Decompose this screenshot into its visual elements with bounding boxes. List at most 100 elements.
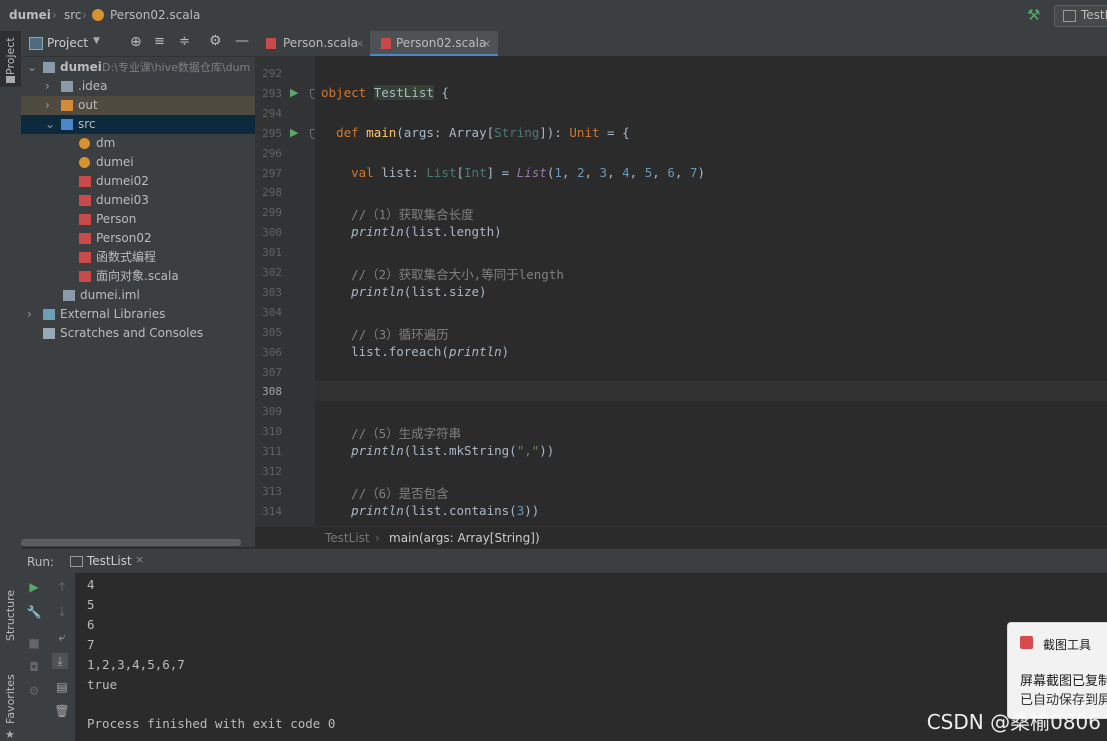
tree-item[interactable]: dumei03 [21,191,255,210]
close-icon[interactable]: × [482,31,491,56]
gear-icon[interactable]: ⚙ [209,33,222,49]
soft-wrap-icon[interactable]: ⤶ [54,629,70,645]
folder-icon [61,81,73,92]
project-view-selector[interactable]: Project [47,36,88,50]
tree-item-label: out [78,98,98,112]
line-number: 312 [262,465,282,478]
snipping-tool-notification[interactable]: 截图工具 屏幕截图已复制 已自动保存到屏 [1007,622,1107,719]
chevron-right-icon[interactable]: › [45,96,50,115]
code-editor[interactable]: object TestList { def main(args: Array[S… [315,56,1107,526]
console-line: Process finished with exit code 0 [87,716,336,732]
stop-icon[interactable]: ■ [26,635,42,651]
console-line: 6 [87,616,95,632]
chevron-right-icon: › [375,531,380,545]
expand-all-icon[interactable]: ≡ [154,34,165,49]
snipping-tool-icon [1020,636,1033,649]
collapse-all-icon[interactable]: ≑ [179,34,190,49]
console-line: 7 [87,636,95,652]
wrench-icon[interactable]: 🔧 [26,604,42,620]
breadcrumb-project[interactable]: dumei [9,8,51,22]
down-arrow-icon[interactable]: ↓ [54,604,70,620]
minimize-icon[interactable]: — [235,33,249,49]
locate-target-icon[interactable]: ⊕ [130,34,142,50]
tree-item-label: Person02 [96,231,152,245]
iml-file-icon [63,290,75,301]
code-line: //（1）获取集合长度 [351,207,474,223]
code-line: //（6）是否包含 [351,485,449,501]
tree-item-label: src [78,117,96,131]
star-icon: ★ [5,728,15,741]
scala-file-icon [79,176,91,187]
tree-item[interactable]: Person02 [21,229,255,248]
run-configuration-selector[interactable]: TestL [1054,5,1107,27]
folder-icon [6,76,15,83]
run-gutter-icon[interactable]: ▶ [290,126,298,139]
tree-item-label: Scratches and Consoles [60,326,204,340]
scala-object-icon [79,157,90,168]
tree-item-label: dumei.iml [80,288,140,302]
editor-breadcrumb-bar: TestList › main(args: Array[String]) [255,526,1107,549]
print-icon[interactable]: ▤ [54,679,70,695]
run-toolbar: ▶ ↑ 🔧 ↓ ■ ⤶ ◘ ⤓ ⚙ ▤ 🗑 [21,573,75,741]
library-icon [43,309,55,320]
code-line: println(list.length) [351,224,502,240]
left-tool-strip: Project Structure Favorites ★ [0,31,22,741]
line-number: 293 [262,86,282,100]
tree-item[interactable]: 函数式编程 [21,248,255,267]
line-number: 295 [262,126,282,140]
build-hammer-icon[interactable]: ⚒ [1027,6,1040,24]
tree-item[interactable]: dumei [21,153,255,172]
run-config-icon [1063,10,1076,22]
tree-item[interactable]: › out [21,96,255,115]
tab-person02-scala[interactable]: Person02.scala × [370,31,498,56]
line-number: 302 [262,266,282,279]
breadcrumb-folder[interactable]: src [64,8,82,22]
code-line: //（2）获取集合大小,等同于length [351,267,564,282]
tree-item[interactable]: dumei.iml [21,286,255,305]
close-icon[interactable]: × [355,31,364,56]
tree-item[interactable]: ⌄ src [21,115,255,134]
crumb-main[interactable]: main(args: Array[String]) [389,531,540,545]
line-number: 309 [262,405,282,419]
up-arrow-icon[interactable]: ↑ [54,579,70,595]
dropdown-arrow-icon[interactable]: ▼ [93,36,100,46]
tab-person-scala[interactable]: Person.scala × [255,31,368,56]
rerun-icon[interactable]: ▶ [26,579,42,595]
scala-file-icon [79,252,91,263]
chevron-down-icon[interactable]: ⌄ [45,115,55,134]
horizontal-scrollbar[interactable] [21,539,241,546]
tree-item[interactable]: › External Libraries [21,305,255,324]
tree-item[interactable]: dm [21,134,255,153]
line-number: 306 [262,345,282,359]
scroll-to-end-icon[interactable]: ⤓ [52,653,68,669]
run-tab-testlist[interactable]: TestList × [65,549,153,575]
run-gutter-icon[interactable]: ▶ [290,86,298,99]
trash-icon[interactable]: 🗑 [54,703,70,719]
favorites-tool-button[interactable]: Favorites ★ [0,666,21,741]
tree-item[interactable]: 面向对象.scala [21,267,255,286]
code-line: list.foreach(println) [321,343,510,359]
code-line: def main(args: Array[String]): Unit = { [336,124,630,140]
tree-item[interactable]: Person [21,210,255,229]
crumb-testlist[interactable]: TestList [325,531,370,545]
project-tool-button[interactable]: Project [0,31,21,87]
camera-icon[interactable]: ◘ [26,659,42,675]
tab-label: Person.scala [283,36,359,50]
scala-object-icon [79,138,90,149]
tree-item[interactable]: dumei02 [21,172,255,191]
tree-item[interactable]: Scratches and Consoles [21,324,255,343]
tree-item[interactable]: › .idea [21,77,255,96]
tree-item[interactable]: ⌄ dumei D:\专业课\hive数据仓库\dum [21,58,255,77]
close-icon[interactable]: × [135,553,144,566]
tree-item-label: dm [96,136,116,150]
chevron-right-icon[interactable]: › [27,305,32,324]
line-number: 300 [262,226,282,240]
line-number: 296 [262,146,282,160]
scala-object-icon [92,9,104,21]
structure-tool-button[interactable]: Structure [0,586,21,656]
breadcrumb-file[interactable]: Person02.scala [110,8,200,22]
chevron-right-icon[interactable]: › [45,77,50,96]
settings-icon[interactable]: ⚙ [26,683,42,699]
chevron-down-icon[interactable]: ⌄ [27,58,37,77]
code-line: object TestList { [321,84,449,100]
